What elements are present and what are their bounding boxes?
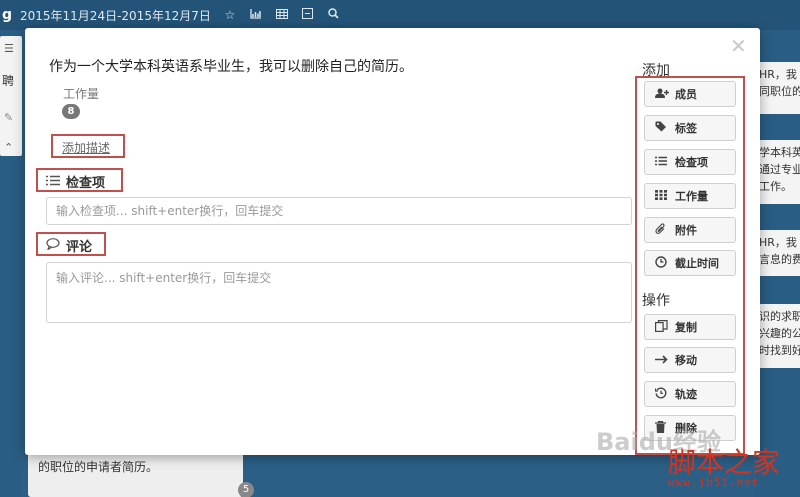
button-label: 成员 <box>675 88 697 101</box>
button-label: 轨迹 <box>675 388 697 401</box>
tag-icon <box>655 121 671 135</box>
button-label: 附件 <box>675 224 697 237</box>
card-line: 通过专业 <box>759 163 800 176</box>
actions-section-heading: 操作 <box>642 293 670 309</box>
list-card-right[interactable]: HR，我 言息的费 <box>755 230 800 276</box>
workload-badge[interactable]: 8 <box>62 104 80 119</box>
button-label: 检查项 <box>675 156 708 169</box>
list-card-right[interactable]: 识的求职 兴趣的公 时找到好 <box>755 304 800 368</box>
date-range[interactable]: 2015年11月24日-2015年12月7日 <box>20 7 211 24</box>
checklist-heading-text: 检查项 <box>66 176 106 191</box>
copy-button[interactable]: 复制 <box>644 314 736 340</box>
grid-icon <box>655 189 671 203</box>
list-card-right[interactable]: 学本科英 通过专业 工作。 <box>755 140 800 204</box>
card-line: 学本科英 <box>759 146 800 159</box>
card-line: 工作。 <box>759 180 792 193</box>
button-label: 标签 <box>675 122 697 135</box>
card-text: 聘 <box>2 74 15 88</box>
minimize-icon[interactable] <box>301 8 315 22</box>
button-label: 截止时间 <box>675 257 719 270</box>
search-icon[interactable] <box>327 8 341 22</box>
history-icon <box>654 387 671 402</box>
add-description-link[interactable]: 添加描述 <box>62 139 110 156</box>
comment-input[interactable] <box>46 262 632 323</box>
add-due-date-button[interactable]: 截止时间 <box>644 250 736 276</box>
card-text: 的职位的申请者简历。 <box>38 460 159 474</box>
list-card-left[interactable]: ☰ 聘 ✎ ⌃ <box>0 36 22 156</box>
table-icon[interactable] <box>275 8 289 22</box>
add-checklist-button[interactable]: 检查项 <box>644 149 736 175</box>
clock-icon <box>655 255 671 271</box>
arrow-right-icon <box>655 354 671 367</box>
add-user-icon <box>655 88 671 101</box>
chevron-up-icon[interactable]: ⌃ <box>4 141 13 154</box>
app-logo: g <box>2 7 13 23</box>
list-icon <box>655 156 671 169</box>
checklist-heading: 检查项 <box>46 172 105 191</box>
list-card-bottom[interactable]: 的职位的申请者简历。 5 <box>28 448 254 497</box>
copy-icon <box>655 319 671 335</box>
button-label: 工作量 <box>675 190 708 203</box>
list-icon <box>46 175 60 189</box>
board-header: g 2015年11月24日-2015年12月7日 ☆ <box>0 0 800 30</box>
add-tag-button[interactable]: 标签 <box>644 115 736 141</box>
close-icon[interactable]: ✕ <box>730 34 747 58</box>
comments-heading-text: 评论 <box>66 240 93 255</box>
history-button[interactable]: 轨迹 <box>644 381 736 407</box>
site-url-watermark: www.jb51.net <box>668 476 760 489</box>
card-detail-dialog: ✕ 作为一个大学本科英语系毕业生，我可以删除自己的简历。 工作量 8 添加描述 … <box>25 28 760 455</box>
card-line: 识的求职 <box>759 310 800 323</box>
button-label: 移动 <box>675 354 697 367</box>
star-icon[interactable]: ☆ <box>223 8 237 22</box>
card-line: HR，我 <box>759 236 797 249</box>
button-label: 复制 <box>675 321 697 334</box>
paperclip-icon: ✎ <box>4 111 14 124</box>
checklist-input[interactable] <box>46 197 632 225</box>
move-button[interactable]: 移动 <box>644 347 736 373</box>
card-line: 言息的费 <box>759 253 800 266</box>
paperclip-icon <box>655 222 671 238</box>
card-line: 同职位的 <box>759 85 800 98</box>
menu-icon[interactable]: ☰ <box>4 42 14 55</box>
site-watermark: 脚本之家 <box>668 446 781 479</box>
chart-icon[interactable] <box>249 8 263 22</box>
card-line: 兴趣的公 <box>759 327 800 340</box>
add-attachment-button[interactable]: 附件 <box>644 217 736 243</box>
card-line: HR，我 <box>759 68 797 81</box>
list-card-right[interactable]: HR，我 同职位的 <box>755 62 800 114</box>
card-line: 时找到好 <box>759 344 800 357</box>
comments-heading: 评论 <box>46 236 92 255</box>
card-count-badge: 5 <box>238 482 254 497</box>
add-member-button[interactable]: 成员 <box>644 81 736 107</box>
workload-label: 工作量 <box>63 87 100 101</box>
comment-icon <box>46 238 60 253</box>
card-title[interactable]: 作为一个大学本科英语系毕业生，我可以删除自己的简历。 <box>49 56 413 76</box>
add-workload-button[interactable]: 工作量 <box>644 183 736 209</box>
